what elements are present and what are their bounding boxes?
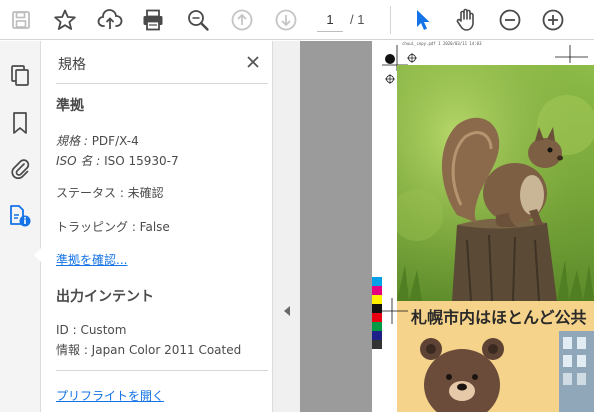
standards-panel: 規格 準拠 規格 : PDF/X-4 ISO 名 : ISO 15930-7 ス…: [42, 41, 272, 412]
building-illustration: [559, 331, 594, 412]
upload-cloud-icon[interactable]: [95, 5, 125, 35]
zoom-in-icon[interactable]: [538, 5, 568, 35]
attachment-icon[interactable]: [5, 153, 35, 183]
standards-icon[interactable]: [5, 201, 35, 231]
save-icon[interactable]: [6, 5, 36, 35]
status-row: ステータス : 未確認: [56, 186, 164, 200]
bear-illustration: [420, 338, 504, 412]
iso-name-separator: :: [92, 154, 105, 168]
page-total: / 1: [350, 12, 365, 27]
output-intent-id: ID : Custom: [56, 323, 127, 337]
standard-value: PDF/X-4: [91, 134, 139, 148]
zoom-search-icon[interactable]: [183, 5, 213, 35]
iso-name-value: ISO 15930-7: [104, 154, 179, 168]
standard-separator: :: [80, 134, 92, 148]
collapse-panel-icon[interactable]: [281, 303, 293, 319]
document-page[interactable]: chuui_copy.pdf 1 2020/03/11 14:03 札幌市内はほ…: [372, 41, 594, 412]
select-arrow-icon[interactable]: [407, 5, 437, 35]
bookmark-icon[interactable]: [5, 108, 35, 138]
banner-heading: 札幌市内はほとんど公共: [411, 308, 587, 327]
standard-row: 規格 : PDF/X-4: [56, 132, 139, 149]
zoom-out-icon[interactable]: [495, 5, 525, 35]
close-icon[interactable]: [242, 51, 264, 73]
squirrel-photo: [397, 65, 594, 301]
standard-key: 規格: [56, 134, 81, 148]
active-tab-pointer: [34, 248, 41, 262]
header-divider: [56, 83, 268, 84]
document-background: [300, 41, 372, 412]
bleed-crop-mark: [376, 298, 408, 324]
trapping-row: トラッピング : False: [56, 220, 170, 234]
compliance-heading: 準拠: [56, 98, 84, 114]
open-preflight-link[interactable]: プリフライトを開く: [56, 387, 164, 404]
iso-name-key: ISO 名: [56, 154, 93, 168]
illustration-banner: 札幌市内はほとんど公共: [397, 301, 594, 412]
toolbar-divider: [390, 6, 391, 34]
page-thumbnails-icon[interactable]: [5, 61, 35, 91]
arrow-down-icon[interactable]: [271, 5, 301, 35]
print-icon[interactable]: [138, 5, 168, 35]
navigation-rail: [0, 41, 41, 412]
panel-title: 規格: [58, 57, 86, 73]
toolbar: / 1: [0, 0, 594, 40]
output-intent-heading: 出力インテント: [56, 289, 154, 305]
hand-icon[interactable]: [451, 5, 481, 35]
iso-name-row: ISO 名 : ISO 15930-7: [56, 152, 179, 169]
output-intent-info: 情報 : Japan Color 2011 Coated: [56, 343, 242, 357]
verify-compliance-link[interactable]: 準拠を確認...: [56, 251, 127, 268]
arrow-up-icon[interactable]: [227, 5, 257, 35]
page-number-input[interactable]: [317, 8, 343, 32]
panel-header: 規格: [42, 41, 272, 83]
star-icon[interactable]: [50, 5, 80, 35]
section-divider: [56, 370, 268, 371]
panel-splitter[interactable]: [272, 41, 300, 412]
